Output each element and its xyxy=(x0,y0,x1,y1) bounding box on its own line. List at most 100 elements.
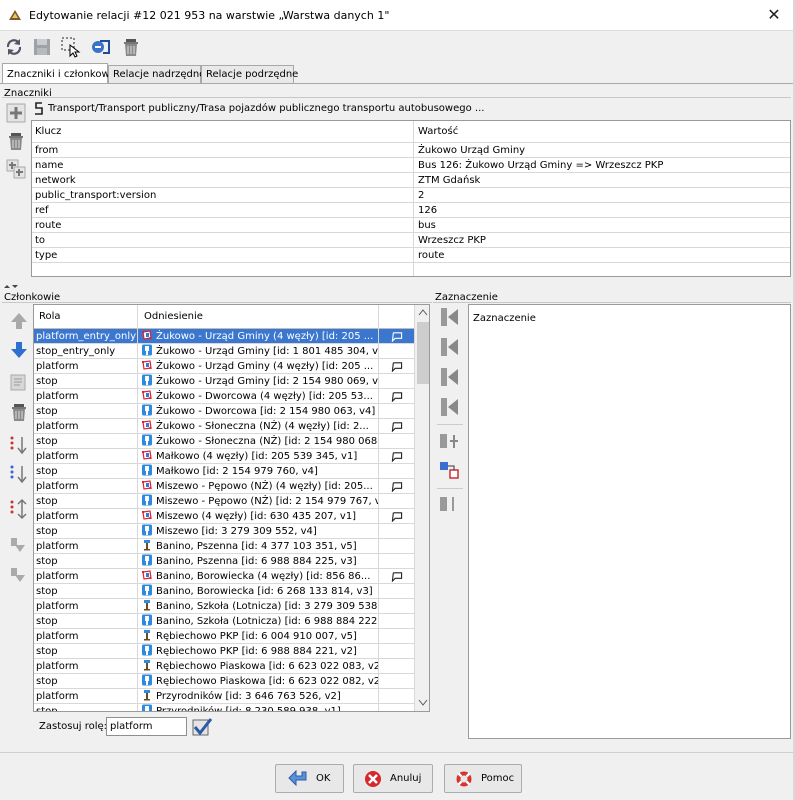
select-members-icon[interactable] xyxy=(438,430,460,452)
role-column-header[interactable]: Rola xyxy=(34,305,138,329)
tag-row[interactable] xyxy=(32,263,790,276)
member-row[interactable]: platform Żukowo - Słoneczna (NŻ) (4 węzły… xyxy=(34,419,414,434)
add-tag-icon[interactable] xyxy=(5,102,27,124)
member-ref-cell[interactable]: Banino, Borowiecka (4 węzły) [id: 856 86… xyxy=(139,569,379,584)
member-ref-cell[interactable]: Rębiechowo PKP [id: 6 988 884 221, v2] xyxy=(139,644,379,659)
member-row[interactable]: platform Banino, Szkoła (Lotnicza) [id: 3… xyxy=(34,599,414,614)
member-ref-cell[interactable]: Banino, Pszenna [id: 6 988 884 225, v3] xyxy=(139,554,379,569)
add-selected-at-end-icon[interactable] xyxy=(438,396,460,418)
member-ref-cell[interactable]: Banino, Szkoła (Lotnicza) [id: 3 279 309… xyxy=(139,599,379,614)
member-ref-cell[interactable]: Banino, Borowiecka [id: 6 268 133 814, v… xyxy=(139,584,379,599)
member-role-cell[interactable]: platform xyxy=(34,599,138,614)
remove-selected-icon[interactable] xyxy=(438,493,460,515)
member-role-cell[interactable]: stop xyxy=(34,374,138,389)
member-row[interactable]: platform Miszewo - Pępowo (NŻ) (4 węzły) … xyxy=(34,479,414,494)
close-button[interactable]: ✕ xyxy=(760,4,788,26)
member-row[interactable]: stop Rębiechowo PKP [id: 6 988 884 221, v… xyxy=(34,644,414,659)
delete-icon[interactable] xyxy=(120,36,142,58)
tag-key-cell[interactable]: public_transport:version xyxy=(32,188,414,203)
tag-key-cell[interactable]: network xyxy=(32,173,414,188)
member-row[interactable]: stop Banino, Pszenna [id: 6 988 884 225, … xyxy=(34,554,414,569)
member-role-cell[interactable]: stop xyxy=(34,494,138,509)
member-ref-cell[interactable]: Żukowo - Słoneczna (NŻ) (4 węzły) [id: 2… xyxy=(139,419,379,434)
members-table[interactable]: Rola Odniesienie platform_entry_only Żuko… xyxy=(33,304,430,712)
member-ref-cell[interactable]: Żukowo - Urząd Gminy [id: 1 801 485 304,… xyxy=(139,344,379,359)
member-ref-cell[interactable]: Żukowo - Urząd Gminy (4 węzły) [id: 205 … xyxy=(139,329,379,344)
tag-value-cell[interactable]: 126 xyxy=(415,203,790,218)
tab-tags-members[interactable]: Znaczniki i członkowie xyxy=(2,63,119,84)
member-role-cell[interactable]: stop xyxy=(34,464,138,479)
members-scrollbar[interactable] xyxy=(414,305,429,711)
tag-row[interactable]: to Wrzeszcz PKP xyxy=(32,233,790,248)
member-ref-cell[interactable]: Żukowo - Urząd Gminy (4 węzły) [id: 205 … xyxy=(139,359,379,374)
member-role-cell[interactable]: platform xyxy=(34,479,138,494)
tag-value-cell[interactable]: ZTM Gdańsk xyxy=(415,173,790,188)
member-row[interactable]: stop Miszewo - Pępowo (NŻ) [id: 2 154 979… xyxy=(34,494,414,509)
member-role-cell[interactable]: stop xyxy=(34,704,138,711)
selection-table[interactable]: Zaznaczenie xyxy=(468,304,791,739)
select-in-relation-icon[interactable] xyxy=(438,459,460,481)
member-role-cell[interactable]: platform xyxy=(34,359,138,374)
member-role-cell[interactable]: stop xyxy=(34,614,138,629)
ok-button[interactable]: OK xyxy=(275,764,344,793)
tag-row[interactable]: type route xyxy=(32,248,790,263)
tag-key-cell[interactable]: type xyxy=(32,248,414,263)
member-ref-cell[interactable]: Małkowo [id: 2 154 979 760, v4] xyxy=(139,464,379,479)
member-row[interactable]: stop Rębiechowo Piaskowa [id: 6 623 022 0… xyxy=(34,674,414,689)
add-selected-after-icon[interactable] xyxy=(438,366,460,388)
select-icon[interactable] xyxy=(60,36,82,58)
tag-row[interactable]: route bus xyxy=(32,218,790,233)
scroll-down-arrow-icon[interactable] xyxy=(418,699,428,707)
member-row[interactable]: stop Miszewo [id: 3 279 309 552, v4] xyxy=(34,524,414,539)
splitter-handle[interactable] xyxy=(0,284,795,290)
member-role-cell[interactable]: platform xyxy=(34,449,138,464)
member-ref-cell[interactable]: Rębiechowo Piaskowa [id: 6 623 022 082, … xyxy=(139,674,379,689)
delete-tag-icon[interactable] xyxy=(5,130,27,152)
member-role-cell[interactable]: platform_entry_only xyxy=(34,329,138,344)
member-row[interactable]: stop Małkowo [id: 2 154 979 760, v4] xyxy=(34,464,414,479)
scroll-up-arrow-icon[interactable] xyxy=(418,308,428,316)
tag-value-cell[interactable]: bus xyxy=(415,218,790,233)
cancel-button[interactable]: Anuluj xyxy=(353,764,433,793)
link-column-header[interactable] xyxy=(380,305,414,320)
member-row[interactable]: stop Przyrodników [id: 8 230 589 938, v1] xyxy=(34,704,414,711)
member-row[interactable]: platform Rębiechowo Piaskowa [id: 6 623 0… xyxy=(34,659,414,674)
edit-member-icon[interactable] xyxy=(8,371,30,393)
save-icon[interactable] xyxy=(31,36,53,58)
tab-child-relations[interactable]: Relacje podrzędne xyxy=(201,65,298,84)
member-row[interactable]: stop Żukowo - Dworcowa [id: 2 154 980 063… xyxy=(34,404,414,419)
member-role-cell[interactable]: platform xyxy=(34,419,138,434)
download-members-icon[interactable] xyxy=(8,535,30,557)
tag-value-cell[interactable]: route xyxy=(415,248,790,263)
value-column-header[interactable]: Wartość xyxy=(415,121,790,143)
member-ref-cell[interactable]: Banino, Pszenna [id: 4 377 103 351, v5] xyxy=(139,539,379,554)
sort-below-icon[interactable] xyxy=(8,463,30,485)
tags-table[interactable]: Klucz Wartość from Żukowo Urząd Gminy name… xyxy=(31,120,791,277)
help-button[interactable]: Pomoc xyxy=(444,764,522,793)
ref-column-header[interactable]: Odniesienie xyxy=(139,305,379,329)
sort-members-icon[interactable] xyxy=(8,434,30,456)
member-ref-cell[interactable]: Rębiechowo PKP [id: 6 004 910 007, v5] xyxy=(139,629,379,644)
member-role-cell[interactable]: platform xyxy=(34,659,138,674)
tag-key-cell[interactable] xyxy=(32,263,414,276)
member-ref-cell[interactable]: Miszewo (4 węzły) [id: 630 435 207, v1] xyxy=(139,509,379,524)
tag-row[interactable]: ref 126 xyxy=(32,203,790,218)
tag-key-cell[interactable]: route xyxy=(32,218,414,233)
scroll-thumb[interactable] xyxy=(417,322,429,384)
member-row[interactable]: platform Banino, Borowiecka (4 węzły) [id… xyxy=(34,569,414,584)
move-down-icon[interactable] xyxy=(8,339,30,361)
move-up-icon[interactable] xyxy=(8,310,30,332)
member-ref-cell[interactable]: Przyrodników [id: 8 230 589 938, v1] xyxy=(139,704,379,711)
member-ref-cell[interactable]: Miszewo [id: 3 279 309 552, v4] xyxy=(139,524,379,539)
tag-row[interactable]: from Żukowo Urząd Gminy xyxy=(32,143,790,158)
preset-path-link[interactable]: Transport/Transport publiczny/Trasa poja… xyxy=(48,103,484,114)
member-role-cell[interactable]: platform xyxy=(34,509,138,524)
member-role-cell[interactable]: stop_entry_only xyxy=(34,344,138,359)
tag-value-cell[interactable]: Żukowo Urząd Gminy xyxy=(415,143,790,158)
tag-row[interactable]: network ZTM Gdańsk xyxy=(32,173,790,188)
member-role-cell[interactable]: stop xyxy=(34,644,138,659)
member-row[interactable]: stop Banino, Szkoła (Lotnicza) [id: 6 988… xyxy=(34,614,414,629)
member-row[interactable]: platform Rębiechowo PKP [id: 6 004 910 00… xyxy=(34,629,414,644)
refresh-icon[interactable] xyxy=(3,36,25,58)
member-role-cell[interactable]: platform xyxy=(34,689,138,704)
